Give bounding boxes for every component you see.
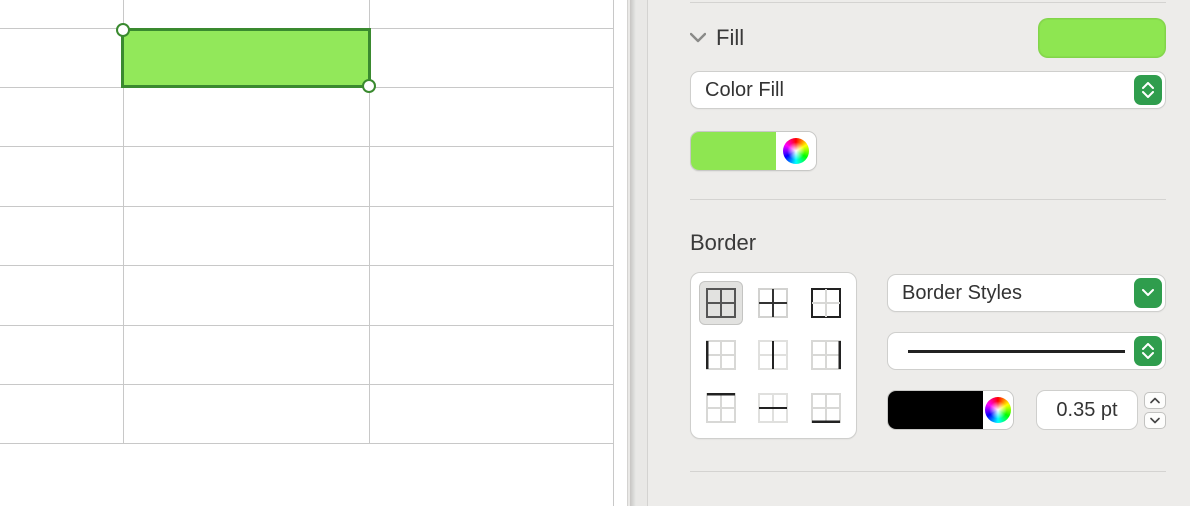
border-color-swatch [888, 391, 983, 429]
border-preset-top[interactable] [699, 386, 743, 430]
gridline-horizontal [0, 146, 614, 147]
color-wheel-icon [783, 138, 809, 164]
spreadsheet-grid[interactable] [0, 0, 625, 506]
chevron-down-icon [1134, 278, 1162, 308]
border-preset-outline[interactable] [804, 281, 848, 325]
gridline-horizontal [0, 265, 614, 266]
stepper-up-button[interactable] [1144, 392, 1166, 409]
gridline-horizontal [0, 206, 614, 207]
gridline-horizontal [0, 384, 614, 385]
color-picker-button[interactable] [776, 132, 816, 170]
border-weight-field[interactable]: 0.35 pt [1036, 390, 1138, 430]
gridline-vertical [613, 0, 614, 506]
border-weight-stepper[interactable]: 0.35 pt [1036, 390, 1166, 430]
fill-color-swatch [691, 132, 776, 170]
fill-section-title: Fill [716, 25, 744, 51]
divider [690, 471, 1166, 472]
selected-cell[interactable] [121, 28, 371, 88]
border-preset-horizontal[interactable] [751, 386, 795, 430]
gridline-horizontal [0, 325, 614, 326]
updown-chevron-icon [1134, 336, 1162, 366]
border-preset-grid [690, 272, 857, 439]
selection-handle-bottom-right[interactable] [362, 79, 376, 93]
border-preset-vertical[interactable] [751, 333, 795, 377]
fill-type-value: Color Fill [705, 79, 784, 102]
gridline-horizontal [0, 443, 614, 444]
color-picker-button[interactable] [983, 391, 1013, 429]
border-line-style-select[interactable] [887, 332, 1166, 370]
fill-section: Fill Color Fill [648, 3, 1190, 171]
stepper-down-button[interactable] [1144, 412, 1166, 429]
updown-chevron-icon [1134, 75, 1162, 105]
fill-summary-swatch[interactable] [1038, 18, 1166, 58]
pane-separator[interactable] [627, 0, 648, 506]
selection-handle-top-left[interactable] [116, 23, 130, 37]
line-style-preview [908, 350, 1125, 353]
fill-type-select[interactable]: Color Fill [690, 71, 1166, 109]
border-preset-bottom[interactable] [804, 386, 848, 430]
border-section-title: Border [690, 200, 1166, 272]
border-preset-left[interactable] [699, 333, 743, 377]
border-preset-all[interactable] [699, 281, 743, 325]
border-preset-inner[interactable] [751, 281, 795, 325]
fill-color-control[interactable] [690, 131, 817, 171]
border-section: Border [648, 200, 1190, 439]
border-preset-right[interactable] [804, 333, 848, 377]
chevron-down-icon[interactable] [688, 28, 708, 48]
border-styles-value: Border Styles [902, 282, 1022, 305]
border-color-control[interactable] [887, 390, 1014, 430]
border-styles-select[interactable]: Border Styles [887, 274, 1166, 312]
format-sidebar: Fill Color Fill Border [648, 0, 1190, 506]
color-wheel-icon [985, 397, 1011, 423]
